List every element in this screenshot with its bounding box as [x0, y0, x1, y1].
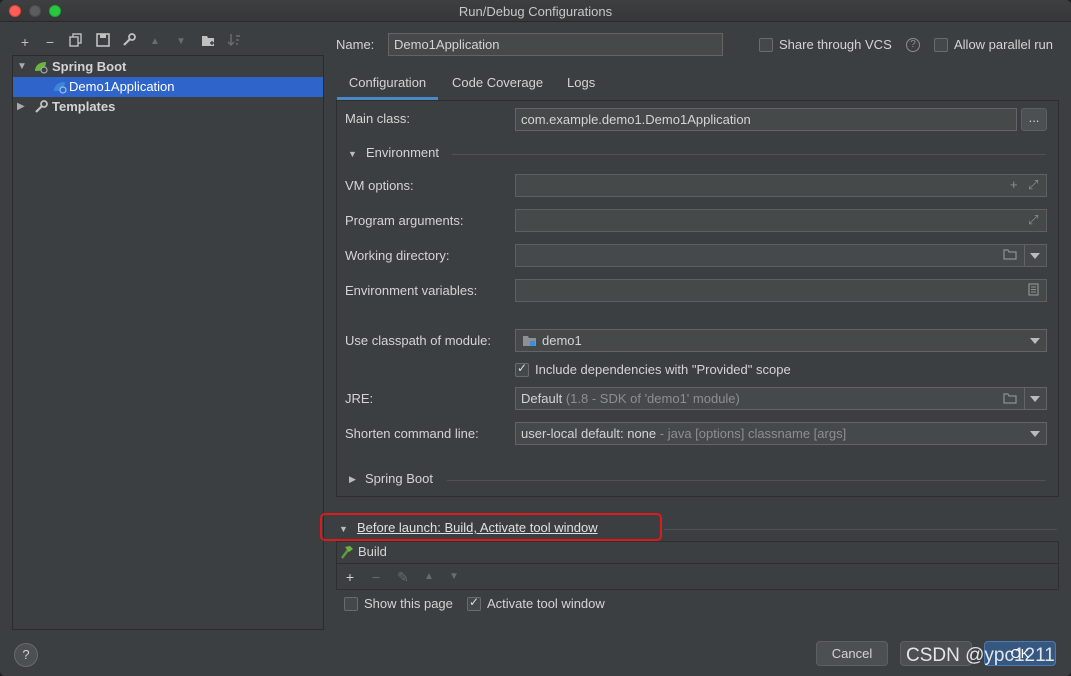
remove-icon[interactable]: − — [41, 33, 59, 51]
divider — [1024, 245, 1025, 266]
tab-label: Logs — [567, 75, 596, 90]
add-task-icon[interactable]: + — [341, 568, 359, 586]
tree-item-demo1application[interactable]: Demo1Application — [13, 77, 323, 97]
document-icon[interactable] — [1028, 283, 1039, 299]
watermark: CSDN @ypc1211 — [906, 645, 1055, 666]
chevron-down-icon[interactable] — [1030, 431, 1040, 437]
include-dependencies-label: Include dependencies with "Provided" sco… — [535, 362, 791, 377]
environment-variables-input[interactable] — [515, 279, 1047, 302]
allow-parallel-checkbox[interactable] — [934, 38, 948, 52]
separator — [664, 529, 1057, 530]
tab-label: Code Coverage — [452, 75, 544, 90]
chevron-down-icon[interactable] — [1030, 253, 1040, 259]
separator — [452, 154, 1046, 155]
shorten-command-line-label: Shorten command line: — [345, 426, 479, 441]
main-class-label: Main class: — [345, 111, 411, 126]
tab-configuration[interactable]: Configuration — [337, 75, 438, 100]
folder-icon[interactable] — [1003, 248, 1017, 263]
window-title: Run/Debug Configurations — [458, 4, 613, 19]
folder-icon[interactable] — [1003, 392, 1017, 407]
working-directory-label: Working directory: — [345, 248, 450, 263]
main-class-input[interactable]: com.example.demo1.Demo1Application — [515, 108, 1017, 131]
collapse-arrow-icon[interactable]: ▶ — [17, 97, 25, 117]
environment-section-title[interactable]: Environment — [366, 145, 439, 160]
move-up-icon[interactable]: ▲ — [146, 33, 164, 51]
tree-item-label: Templates — [52, 99, 116, 114]
hammer-icon — [339, 545, 354, 562]
jre-select[interactable]: Default (1.8 - SDK of 'demo1' module) — [515, 387, 1047, 410]
help-button[interactable]: ? — [14, 643, 38, 667]
chevron-down-icon[interactable] — [1030, 338, 1040, 344]
expand-arrow-icon[interactable]: ▼ — [17, 57, 27, 77]
configuration-tree: ▼ Spring Boot Demo1Application ▶ Templat… — [12, 55, 324, 630]
tree-item-spring-boot[interactable]: ▼ Spring Boot — [13, 57, 323, 77]
move-task-down-icon[interactable]: ▼ — [445, 568, 463, 586]
help-icon[interactable]: ? — [906, 38, 920, 52]
environment-collapse-arrow-icon[interactable]: ▼ — [348, 149, 357, 159]
save-icon[interactable] — [94, 33, 112, 51]
include-dependencies-checkbox[interactable] — [515, 361, 529, 377]
classpath-module-select[interactable]: demo1 — [515, 329, 1047, 352]
before-launch-item-build[interactable]: Build — [337, 542, 1058, 564]
run-debug-dialog: Run/Debug Configurations + − ▲ ▼ ▼ Sprin… — [0, 0, 1071, 676]
move-down-icon[interactable]: ▼ — [172, 33, 190, 51]
tree-item-label: Spring Boot — [52, 59, 127, 74]
spring-boot-icon — [33, 60, 48, 74]
jre-hint: (1.8 - SDK of 'demo1' module) — [565, 391, 740, 406]
wrench-icon[interactable] — [120, 33, 138, 51]
wrench-icon — [34, 100, 48, 114]
share-vcs-checkbox[interactable] — [759, 38, 773, 52]
program-arguments-input[interactable] — [515, 209, 1047, 232]
jre-label: JRE: — [345, 391, 374, 406]
cancel-button[interactable]: Cancel — [816, 641, 888, 666]
name-input[interactable]: Demo1Application — [388, 33, 723, 56]
shorten-hint: - java [options] classname [args] — [659, 426, 847, 441]
build-label: Build — [358, 544, 387, 559]
working-directory-input[interactable] — [515, 244, 1047, 267]
allow-parallel-label: Allow parallel run — [954, 37, 1053, 52]
environment-variables-label: Environment variables: — [345, 283, 478, 298]
expand-icon[interactable]: ⤢ — [1028, 177, 1038, 193]
tab-code-coverage[interactable]: Code Coverage — [452, 75, 543, 100]
tree-item-templates[interactable]: ▶ Templates — [13, 97, 323, 117]
move-task-up-icon[interactable]: ▲ — [420, 568, 438, 586]
show-this-page-checkbox[interactable] — [344, 597, 358, 611]
spring-boot-expand-arrow-icon[interactable]: ▶ — [349, 474, 356, 485]
activate-tool-window-label: Activate tool window — [487, 596, 605, 611]
module-icon — [522, 335, 537, 350]
remove-task-icon[interactable]: − — [367, 568, 385, 586]
vm-options-label: VM options: — [345, 178, 414, 193]
vm-options-input[interactable] — [515, 174, 1047, 197]
tab-logs[interactable]: Logs — [567, 75, 595, 100]
program-arguments-label: Program arguments: — [345, 213, 464, 228]
tree-item-label: Demo1Application — [69, 79, 175, 94]
classpath-module-label: Use classpath of module: — [345, 333, 491, 348]
activate-tool-window-checkbox[interactable] — [467, 595, 481, 611]
show-this-page-label: Show this page — [364, 596, 453, 611]
jre-value: Default — [521, 391, 563, 406]
expand-icon[interactable]: ⤢ — [1028, 212, 1038, 228]
shorten-value: user-local default: none — [521, 426, 657, 441]
folder-add-icon[interactable] — [199, 33, 217, 51]
spring-boot-icon — [52, 80, 67, 94]
separator — [447, 480, 1046, 481]
add-icon[interactable]: + — [16, 33, 34, 51]
share-vcs-label: Share through VCS — [779, 37, 892, 52]
divider — [1024, 388, 1025, 409]
edit-task-icon[interactable]: ✎ — [394, 568, 412, 586]
name-label: Name: — [336, 37, 375, 52]
sort-icon[interactable] — [225, 33, 243, 51]
tab-label: Configuration — [348, 75, 427, 90]
browse-main-class-button[interactable]: ... — [1021, 108, 1047, 131]
highlight-annotation — [320, 513, 662, 541]
chevron-down-icon[interactable] — [1030, 396, 1040, 402]
copy-icon[interactable] — [67, 33, 85, 51]
title-bar: Run/Debug Configurations — [0, 0, 1071, 22]
spring-boot-section-title[interactable]: Spring Boot — [365, 471, 433, 486]
shorten-command-line-select[interactable]: user-local default: none - java [options… — [515, 422, 1047, 445]
add-icon[interactable]: + — [1010, 177, 1018, 192]
